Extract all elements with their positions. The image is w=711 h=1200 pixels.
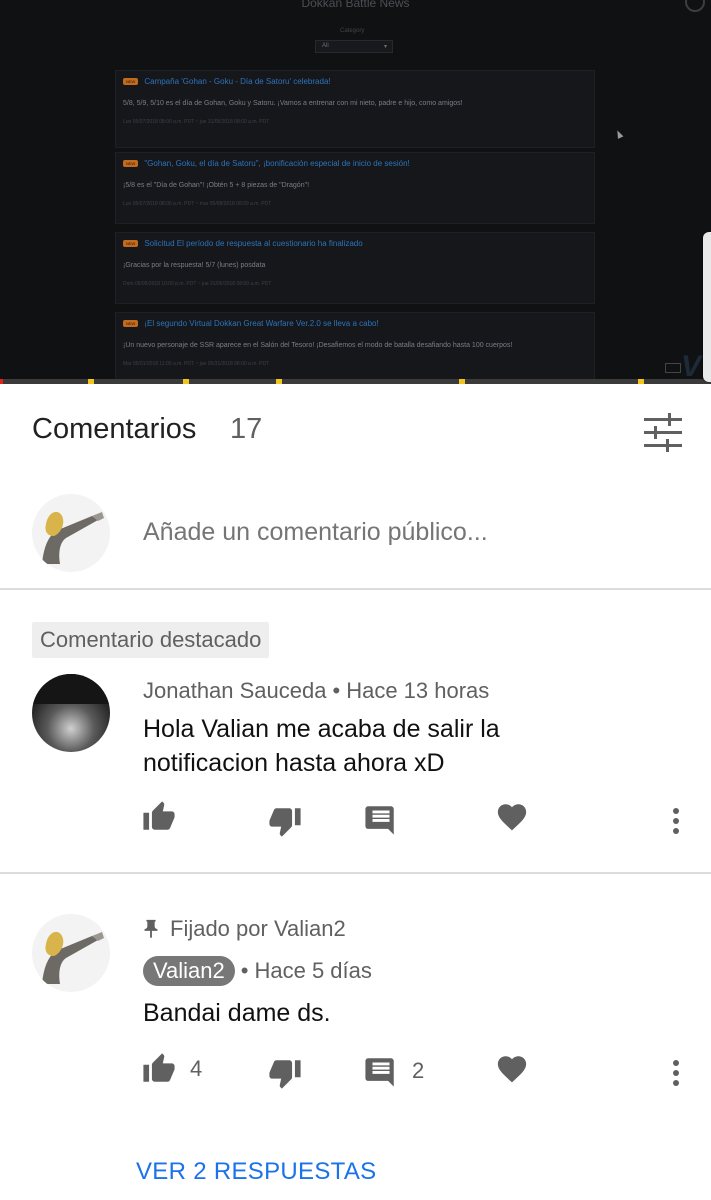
captions-icon[interactable] <box>665 363 681 373</box>
add-comment-section <box>0 480 711 590</box>
news-date: Dom 06/05/2018 10:00 p.m. PDT ~ jue 31/0… <box>123 281 272 287</box>
news-date: Lun 05/07/2018 08:00 a.m. PDT ~ mar 05/0… <box>123 201 272 207</box>
comment-item: Comentario destacado Jonathan Sauceda • Ha… <box>0 592 711 874</box>
comment-author[interactable]: Jonathan Sauceda <box>143 678 327 703</box>
more-options-icon[interactable] <box>664 1056 688 1096</box>
thumbs-down-icon <box>269 808 301 837</box>
comment-meta: Jonathan Sauceda • Hace 13 horas <box>143 678 489 704</box>
comment-actions <box>0 800 711 850</box>
thumbs-up-icon <box>143 1053 175 1082</box>
comment-item: Fijado por Valian2 Valian2 • Hace 5 días B… <box>0 876 711 1200</box>
news-body: 5/8, 5/9, 5/10 es el día de Gohan, Goku … <box>123 100 463 107</box>
like-button[interactable] <box>142 800 190 834</box>
reply-button[interactable] <box>364 802 412 836</box>
news-body: ¡5/8 es el "Día de Gohan"! ¡Obtén 5 + 8 … <box>123 182 310 189</box>
meta-separator: • <box>332 678 341 703</box>
news-item: NEW "Gohan, Goku, el día de Satoru", ¡bo… <box>115 152 595 224</box>
news-item: NEW ¡El segundo Virtual Dokkan Great War… <box>115 312 595 384</box>
heart-button[interactable] <box>495 1052 529 1086</box>
category-label: Category <box>340 28 365 34</box>
dislike-button[interactable] <box>268 1056 302 1090</box>
new-badge: NEW <box>123 320 139 327</box>
avatar <box>32 494 110 572</box>
reply-button[interactable]: 2 <box>364 1054 424 1088</box>
chevron-down-icon: ▾ <box>383 44 387 50</box>
reply-count: 2 <box>412 1058 425 1083</box>
pinned-text: Fijado por Valian2 <box>170 916 346 941</box>
heart-icon <box>497 804 527 831</box>
comment-time[interactable]: Hace 5 días <box>254 958 371 983</box>
sort-filter-icon[interactable] <box>640 410 686 456</box>
video-page-title: Dokkan Battle News <box>301 0 410 10</box>
scroll-handle[interactable] <box>703 232 711 382</box>
thumbs-up-icon <box>143 801 175 830</box>
view-replies-link[interactable]: VER 2 RESPUESTAS <box>136 1158 376 1186</box>
new-badge: NEW <box>123 160 139 167</box>
avatar[interactable] <box>32 914 110 992</box>
news-title: Solicitud El período de respuesta al cue… <box>144 239 363 248</box>
comments-header: Comentarios 17 <box>0 384 711 480</box>
thumbs-down-icon <box>269 1060 301 1089</box>
news-body: ¡Un nuevo personaje de SSR aparece en el… <box>123 342 513 349</box>
comment-time[interactable]: Hace 13 horas <box>346 678 489 703</box>
account-icon <box>685 0 705 12</box>
more-options-icon[interactable] <box>664 804 688 844</box>
new-badge: NEW <box>123 240 139 247</box>
dislike-button[interactable] <box>268 804 302 838</box>
like-count: 4 <box>190 1056 203 1081</box>
like-button[interactable]: 4 <box>142 1052 202 1086</box>
comment-input[interactable] <box>143 518 663 547</box>
news-date: Mar 05/01/2018 11:00 a.m. PDT ~ jue 05/3… <box>123 361 270 367</box>
new-badge: NEW <box>123 78 139 85</box>
comment-text: Bandai dame ds. <box>143 999 331 1027</box>
news-body: ¡Gracias por la respuesta! 5/7 (lunes) p… <box>123 262 266 269</box>
heart-button[interactable] <box>495 800 529 834</box>
pin-icon <box>144 919 158 939</box>
comment-actions: 4 2 <box>0 1052 711 1102</box>
creator-author-chip[interactable]: Valian2 <box>143 956 235 986</box>
mouse-cursor-icon <box>614 129 624 139</box>
news-title: ¡El segundo Virtual Dokkan Great Warfare… <box>144 319 379 328</box>
comment-meta: Valian2 • Hace 5 días <box>143 956 372 986</box>
video-player[interactable]: Dokkan Battle News Category All ▾ NEW Ca… <box>0 0 711 384</box>
comments-title: Comentarios <box>32 413 197 445</box>
news-item: NEW Solicitud El período de respuesta al… <box>115 232 595 304</box>
category-select: All ▾ <box>315 40 393 53</box>
category-value: All <box>322 43 329 49</box>
comments-count: 17 <box>230 413 263 445</box>
featured-comment-label: Comentario destacado <box>32 622 270 658</box>
news-title: "Gohan, Goku, el día de Satoru", ¡bonifi… <box>144 159 410 168</box>
news-title: Campaña 'Gohan - Goku - Día de Satoru' c… <box>144 77 331 86</box>
meta-separator: • <box>240 958 249 983</box>
heart-icon <box>497 1056 527 1083</box>
reply-comment-icon <box>365 806 394 835</box>
news-item: NEW Campaña 'Gohan - Goku - Día de Sator… <box>115 70 595 148</box>
avatar[interactable] <box>32 674 110 752</box>
pinned-label: Fijado por Valian2 <box>140 916 346 942</box>
comment-text: Hola Valian me acaba de salir la notific… <box>143 715 500 777</box>
reply-comment-icon <box>365 1058 394 1087</box>
news-date: Lun 05/07/2018 08:00 a.m. PDT ~ jue 31/0… <box>123 119 270 125</box>
